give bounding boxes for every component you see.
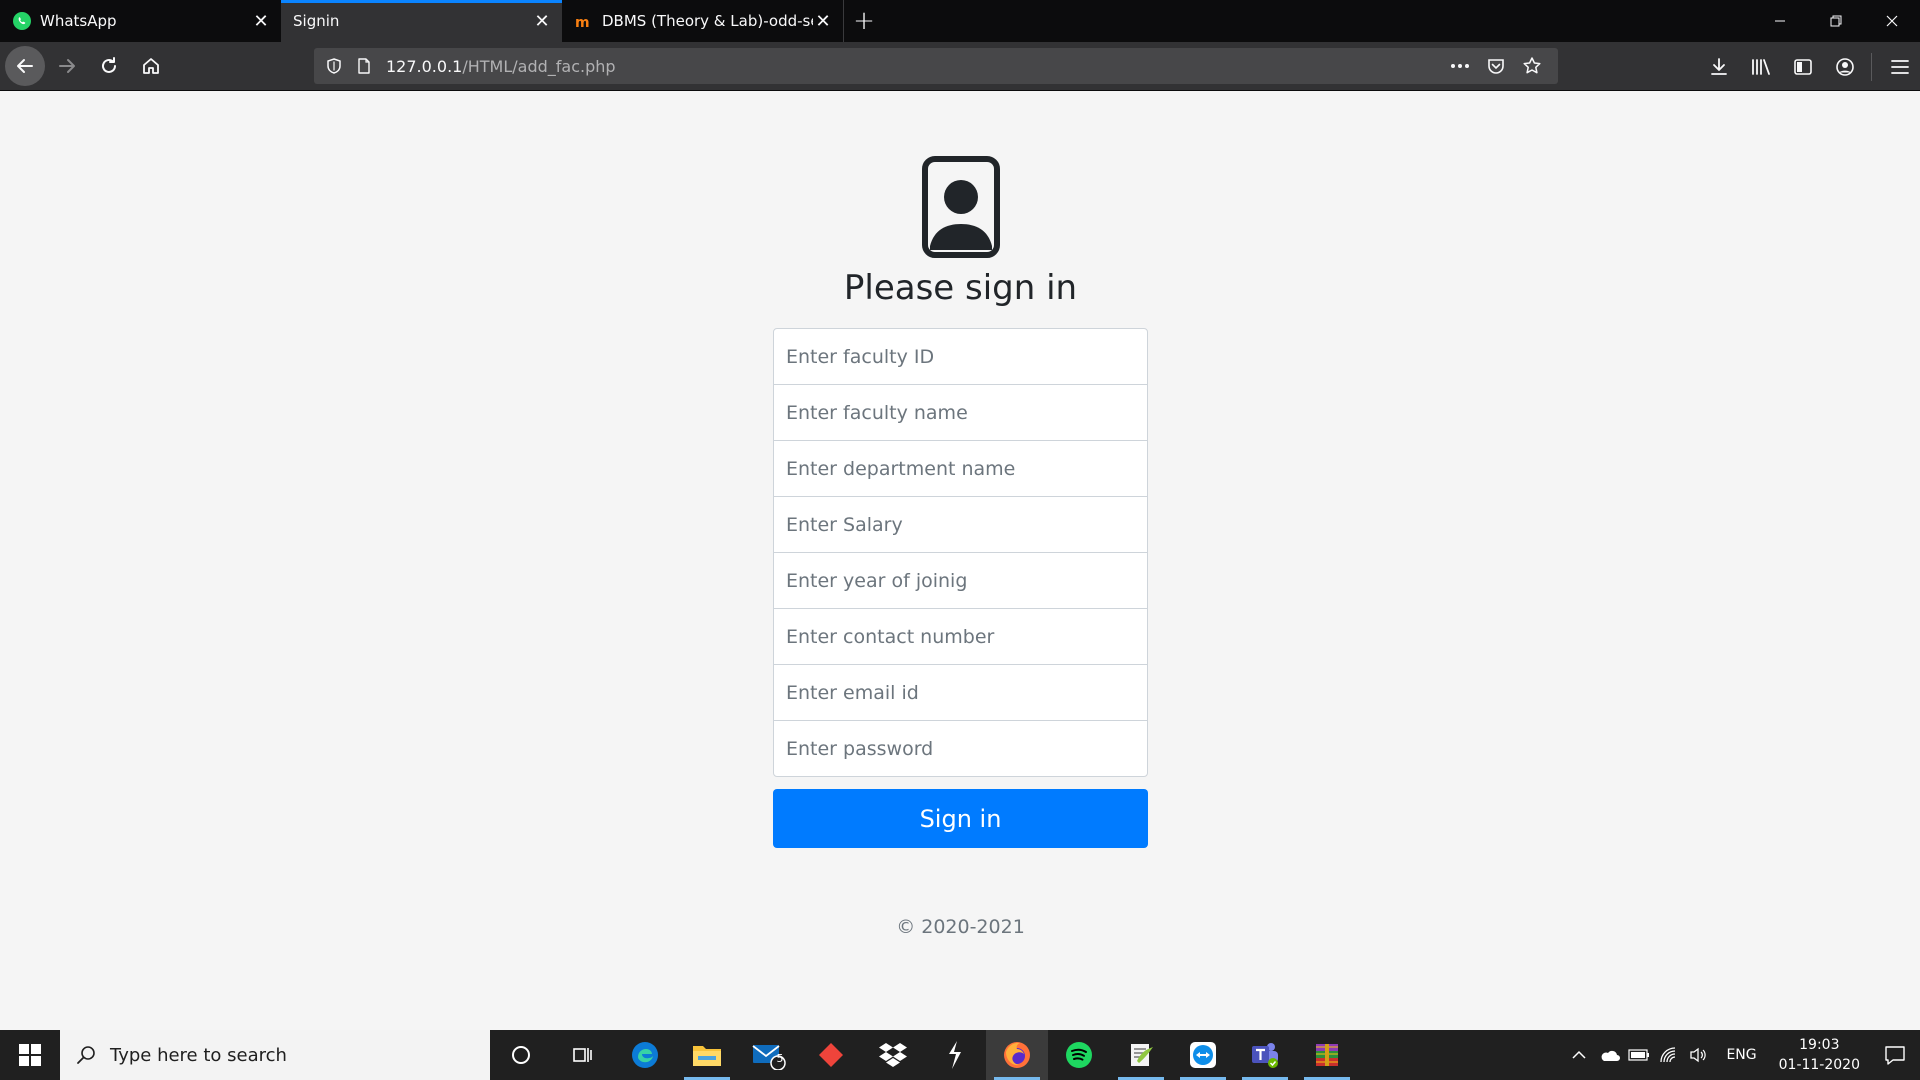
onedrive-icon[interactable] (1594, 1030, 1624, 1080)
downloads-icon[interactable] (1699, 47, 1739, 87)
url-host: 127.0.0.1 (386, 56, 463, 76)
winrar-icon[interactable] (1296, 1030, 1358, 1080)
dropbox-icon[interactable] (862, 1030, 924, 1080)
close-tab-icon[interactable]: ✕ (532, 11, 552, 32)
whatsapp-icon (12, 11, 32, 31)
department-input[interactable] (773, 440, 1148, 497)
window-controls (1752, 0, 1920, 42)
app-bolt-icon[interactable] (924, 1030, 986, 1080)
email-input[interactable] (773, 664, 1148, 721)
wifi-icon[interactable] (1654, 1030, 1684, 1080)
firefox-icon[interactable] (986, 1030, 1048, 1080)
windows-taskbar: Type here to search 5 ENG 19:03 01-11-20… (0, 1030, 1920, 1080)
close-tab-icon[interactable]: ✕ (251, 11, 271, 32)
clock[interactable]: 19:03 01-11-2020 (1769, 1035, 1870, 1075)
page-icon[interactable] (352, 54, 376, 78)
forward-icon[interactable] (47, 46, 87, 86)
toolbar-separator (1871, 52, 1872, 81)
anydesk-icon[interactable] (800, 1030, 862, 1080)
pocket-icon[interactable] (1484, 54, 1508, 78)
account-icon[interactable] (1825, 47, 1865, 87)
person-badge-icon (921, 156, 1000, 258)
teams-icon[interactable] (1234, 1030, 1296, 1080)
restore-icon[interactable] (1808, 0, 1864, 42)
task-view-icon[interactable] (552, 1030, 614, 1080)
back-icon[interactable] (5, 46, 45, 86)
copyright-text: © 2020-2021 (896, 916, 1025, 938)
reload-icon[interactable] (89, 46, 129, 86)
sign-in-button[interactable]: Sign in (773, 789, 1148, 848)
url-path: /HTML/add_fac.php (462, 56, 616, 76)
notifications-icon[interactable] (1870, 1030, 1920, 1080)
new-tab-button[interactable]: + (844, 0, 884, 42)
chevron-up-icon[interactable] (1564, 1030, 1594, 1080)
mail-badge: 5 (776, 1052, 784, 1065)
url-text[interactable]: 127.0.0.1/HTML/add_fac.php (386, 57, 1448, 76)
mail-icon[interactable]: 5 (738, 1030, 800, 1080)
more-actions-icon[interactable] (1448, 54, 1472, 78)
salary-input[interactable] (773, 496, 1148, 553)
taskbar-search[interactable]: Type here to search (60, 1030, 490, 1080)
faculty-id-input[interactable] (773, 328, 1148, 385)
year-of-joining-input[interactable] (773, 552, 1148, 609)
tab-whatsapp[interactable]: WhatsApp ✕ (0, 0, 281, 42)
toolbar-right (1697, 42, 1920, 91)
edge-icon[interactable] (614, 1030, 676, 1080)
clock-time: 19:03 (1799, 1037, 1840, 1053)
language-indicator[interactable]: ENG (1714, 1047, 1768, 1063)
file-explorer-icon[interactable] (676, 1030, 738, 1080)
tab-title: Signin (293, 12, 340, 30)
notepad-plus-icon[interactable] (1110, 1030, 1172, 1080)
teamviewer-icon[interactable] (1172, 1030, 1234, 1080)
battery-icon[interactable] (1624, 1030, 1654, 1080)
minimize-icon[interactable] (1752, 0, 1808, 42)
search-icon (74, 1043, 98, 1067)
library-icon[interactable] (1741, 47, 1781, 87)
menu-icon[interactable] (1880, 47, 1920, 87)
password-input[interactable] (773, 720, 1148, 777)
faculty-name-input[interactable] (773, 384, 1148, 441)
page-title: Please sign in (843, 268, 1078, 308)
windows-start-icon[interactable] (0, 1030, 60, 1080)
volume-icon[interactable] (1684, 1030, 1714, 1080)
close-tab-icon[interactable]: ✕ (813, 11, 833, 32)
tab-signin[interactable]: Signin ✕ (281, 0, 562, 42)
shield-icon[interactable] (322, 54, 346, 78)
tab-title: WhatsApp (40, 12, 117, 30)
page-content: Please sign in Sign in © 2020-2021 (0, 92, 1920, 1030)
tab-title: DBMS (Theory & Lab)-odd-sem (602, 12, 813, 30)
tab-bar: WhatsApp ✕ Signin ✕ m DBMS (Theory & Lab… (0, 0, 1920, 42)
close-window-icon[interactable] (1864, 0, 1920, 42)
navigation-bar: 127.0.0.1/HTML/add_fac.php (0, 42, 1920, 91)
address-bar[interactable]: 127.0.0.1/HTML/add_fac.php (314, 48, 1558, 84)
spotify-icon[interactable] (1048, 1030, 1110, 1080)
tab-dbms[interactable]: m DBMS (Theory & Lab)-odd-sem ✕ (562, 0, 843, 42)
contact-number-input[interactable] (773, 608, 1148, 665)
sidebar-icon[interactable] (1783, 47, 1823, 87)
signin-form: Please sign in Sign in © 2020-2021 (773, 156, 1148, 938)
home-icon[interactable] (131, 46, 171, 86)
system-tray: ENG 19:03 01-11-2020 (1564, 1030, 1920, 1080)
clock-date: 01-11-2020 (1778, 1057, 1860, 1073)
cortana-icon[interactable] (490, 1030, 552, 1080)
moodle-icon: m (574, 11, 594, 31)
bookmark-star-icon[interactable] (1520, 54, 1544, 78)
svg-text:m: m (575, 15, 590, 31)
search-placeholder: Type here to search (110, 1044, 287, 1066)
